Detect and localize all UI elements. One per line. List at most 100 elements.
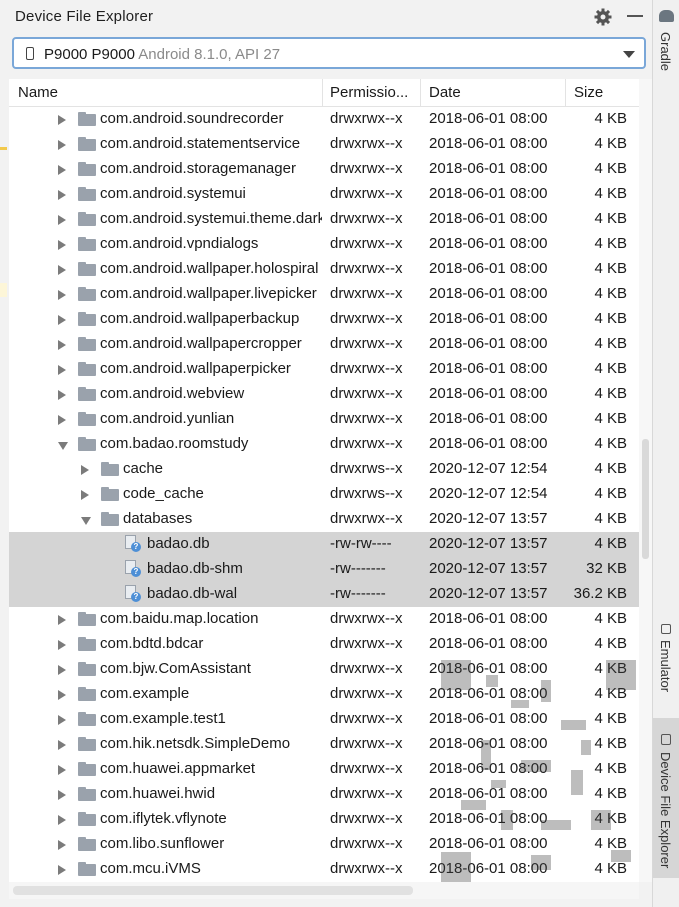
device-dropdown[interactable]: P9000 P9000 Android 8.1.0, API 27 bbox=[12, 37, 646, 69]
expand-arrow-icon[interactable] bbox=[58, 215, 66, 225]
row-size: 4 KB bbox=[594, 335, 627, 352]
vertical-scrollbar[interactable] bbox=[639, 79, 652, 882]
row-permissions: -rw------- bbox=[330, 585, 386, 602]
expand-arrow-icon[interactable] bbox=[58, 840, 66, 850]
folder-row[interactable]: databases drwxrwx--x 2020-12-07 13:57 4 KB bbox=[9, 507, 639, 532]
row-permissions: drwxrwx--x bbox=[330, 660, 403, 677]
rail-tab-emulator[interactable]: Emulator bbox=[658, 640, 673, 692]
folder-icon bbox=[78, 737, 96, 751]
file-row[interactable]: ? badao.db -rw-rw---- 2020-12-07 13:57 4 KB bbox=[9, 532, 639, 557]
folder-row[interactable]: com.android.vpndialogs drwxrwx--x 2018-06-… bbox=[9, 232, 639, 257]
folder-row[interactable]: com.example drwxrwx--x 2018-06-01 08:00 4 K… bbox=[9, 682, 639, 707]
expand-arrow-icon[interactable] bbox=[58, 615, 66, 625]
expand-arrow-icon[interactable] bbox=[58, 690, 66, 700]
collapse-arrow-icon[interactable] bbox=[81, 517, 91, 525]
column-divider[interactable] bbox=[565, 79, 566, 106]
expand-arrow-icon[interactable] bbox=[58, 640, 66, 650]
folder-row[interactable]: com.huawei.appmarket drwxrwx--x 2018-06-01… bbox=[9, 757, 639, 782]
folder-row[interactable]: com.badao.roomstudy drwxrwx--x 2018-06-01 … bbox=[9, 432, 639, 457]
file-tree-rows: com.android.soundrecorder drwxrwx--x 2018-… bbox=[9, 107, 639, 882]
expand-arrow-icon[interactable] bbox=[58, 140, 66, 150]
expand-arrow-icon[interactable] bbox=[58, 765, 66, 775]
expand-arrow-icon[interactable] bbox=[58, 115, 66, 125]
folder-row[interactable]: com.android.soundrecorder drwxrwx--x 2018-… bbox=[9, 107, 639, 132]
folder-row[interactable]: com.android.statementservice drwxrwx--x 20… bbox=[9, 132, 639, 157]
row-date: 2018-06-01 08:00 bbox=[429, 410, 548, 427]
folder-row[interactable]: com.iflytek.vflynote drwxrwx--x 2018-06-01… bbox=[9, 807, 639, 832]
expand-arrow-icon[interactable] bbox=[58, 865, 66, 875]
expand-arrow-icon[interactable] bbox=[58, 715, 66, 725]
folder-row[interactable]: com.android.wallpaper.holospiral drwxrwx-… bbox=[9, 257, 639, 282]
rail-tab-gradle[interactable]: Gradle bbox=[658, 32, 673, 71]
folder-row[interactable]: com.android.storagemanager drwxrwx--x 2018… bbox=[9, 157, 639, 182]
column-header-date[interactable]: Date bbox=[429, 84, 461, 101]
expand-arrow-icon[interactable] bbox=[58, 415, 66, 425]
expand-arrow-icon[interactable] bbox=[58, 815, 66, 825]
row-date: 2018-06-01 08:00 bbox=[429, 385, 548, 402]
file-row[interactable]: ? badao.db-wal -rw------- 2020-12-07 13:57 3… bbox=[9, 582, 639, 607]
collapse-arrow-icon[interactable] bbox=[58, 442, 68, 450]
rail-tab-device-file-explorer[interactable]: Device File Explorer bbox=[658, 752, 673, 868]
expand-arrow-icon[interactable] bbox=[58, 740, 66, 750]
scrollbar-thumb[interactable] bbox=[13, 886, 413, 895]
folder-row[interactable]: com.bjw.ComAssistant drwxrwx--x 2018-06-01… bbox=[9, 657, 639, 682]
expand-arrow-icon[interactable] bbox=[81, 465, 89, 475]
gear-icon[interactable] bbox=[593, 7, 613, 27]
row-permissions: drwxrwx--x bbox=[330, 435, 403, 452]
expand-arrow-icon[interactable] bbox=[58, 240, 66, 250]
expand-arrow-icon[interactable] bbox=[58, 190, 66, 200]
folder-row[interactable]: com.android.wallpaperbackup drwxrwx--x 201… bbox=[9, 307, 639, 332]
device-file-explorer-panel: Device File Explorer P9000 P9000 Android… bbox=[9, 0, 652, 907]
expand-arrow-icon[interactable] bbox=[58, 290, 66, 300]
row-permissions: drwxrwx--x bbox=[330, 385, 403, 402]
row-permissions: drwxrwx--x bbox=[330, 235, 403, 252]
folder-row[interactable]: com.android.wallpapercropper drwxrwx--x 20… bbox=[9, 332, 639, 357]
folder-row[interactable]: com.baidu.map.location drwxrwx--x 2018-06-… bbox=[9, 607, 639, 632]
folder-row[interactable]: com.hik.netsdk.SimpleDemo drwxrwx--x 2018-… bbox=[9, 732, 639, 757]
column-divider[interactable] bbox=[322, 79, 323, 106]
expand-arrow-icon[interactable] bbox=[58, 315, 66, 325]
folder-row[interactable]: com.android.systemui drwxrwx--x 2018-06-01… bbox=[9, 182, 639, 207]
folder-row[interactable]: com.example.test1 drwxrwx--x 2018-06-01 08… bbox=[9, 707, 639, 732]
row-permissions: drwxrwx--x bbox=[330, 835, 403, 852]
row-size: 4 KB bbox=[594, 310, 627, 327]
expand-arrow-icon[interactable] bbox=[58, 665, 66, 675]
expand-arrow-icon[interactable] bbox=[58, 265, 66, 275]
folder-row[interactable]: com.android.wallpaper.livepicker drwxrwx-… bbox=[9, 282, 639, 307]
column-divider[interactable] bbox=[420, 79, 421, 106]
expand-arrow-icon[interactable] bbox=[58, 165, 66, 175]
row-name: cache bbox=[123, 460, 164, 477]
row-date: 2018-06-01 08:00 bbox=[429, 285, 548, 302]
folder-row[interactable]: com.bdtd.bdcar drwxrwx--x 2018-06-01 08:00… bbox=[9, 632, 639, 657]
folder-row[interactable]: com.libo.sunflower drwxrwx--x 2018-06-01 0… bbox=[9, 832, 639, 857]
folder-row[interactable]: com.android.wallpaperpicker drwxrwx--x 201… bbox=[9, 357, 639, 382]
folder-row[interactable]: com.android.webview drwxrwx--x 2018-06-01 … bbox=[9, 382, 639, 407]
folder-icon bbox=[78, 862, 96, 876]
expand-arrow-icon[interactable] bbox=[58, 790, 66, 800]
row-size: 4 KB bbox=[594, 810, 627, 827]
expand-arrow-icon[interactable] bbox=[58, 390, 66, 400]
editor-edge bbox=[0, 0, 9, 907]
column-header-size[interactable]: Size bbox=[574, 84, 603, 101]
folder-row[interactable]: com.android.systemui.theme.dark drwxrwx--… bbox=[9, 207, 639, 232]
folder-row[interactable]: cache drwxrws--x 2020-12-07 12:54 4 KB bbox=[9, 457, 639, 482]
folder-row[interactable]: com.huawei.hwid drwxrwx--x 2018-06-01 08:0… bbox=[9, 782, 639, 807]
row-name: com.mcu.iVMS bbox=[100, 860, 201, 877]
row-size: 36.2 KB bbox=[573, 585, 627, 602]
file-row[interactable]: ? badao.db-shm -rw------- 2020-12-07 13:57 3… bbox=[9, 557, 639, 582]
column-header-name[interactable]: Name bbox=[18, 84, 58, 101]
row-date: 2018-06-01 08:00 bbox=[429, 335, 548, 352]
folder-row[interactable]: code_cache drwxrws--x 2020-12-07 12:54 4 KB bbox=[9, 482, 639, 507]
minimize-icon[interactable] bbox=[627, 15, 643, 17]
expand-arrow-icon[interactable] bbox=[81, 490, 89, 500]
row-permissions: drwxrwx--x bbox=[330, 135, 403, 152]
column-header-permissions[interactable]: Permissio... bbox=[330, 84, 408, 101]
scrollbar-thumb[interactable] bbox=[642, 439, 649, 559]
horizontal-scrollbar[interactable] bbox=[9, 882, 639, 899]
chevron-down-icon[interactable] bbox=[623, 51, 635, 58]
folder-row[interactable]: com.mcu.iVMS drwxrwx--x 2018-06-01 08:00 4 … bbox=[9, 857, 639, 882]
expand-arrow-icon[interactable] bbox=[58, 340, 66, 350]
expand-arrow-icon[interactable] bbox=[58, 365, 66, 375]
gradle-icon bbox=[659, 10, 674, 22]
folder-row[interactable]: com.android.yunlian drwxrwx--x 2018-06-01 … bbox=[9, 407, 639, 432]
